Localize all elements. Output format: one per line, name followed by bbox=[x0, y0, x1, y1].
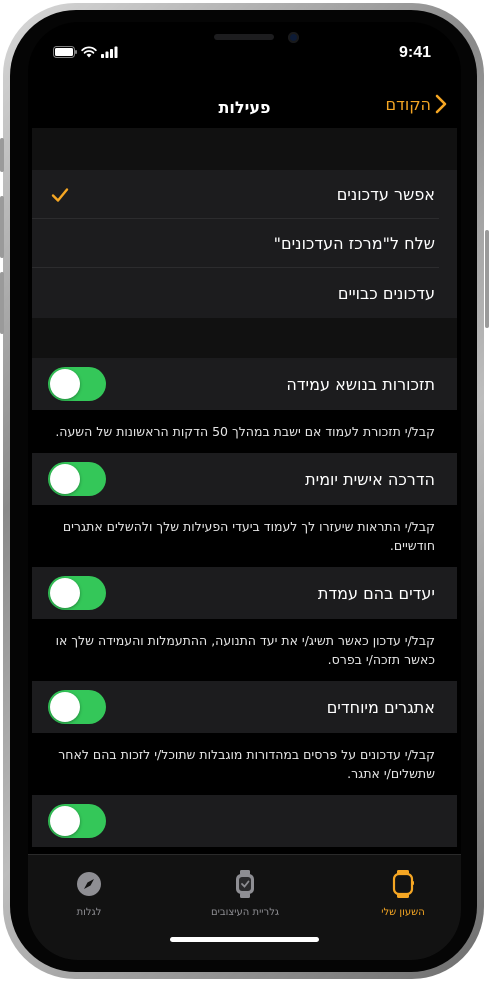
tab-label: גלריית העיצובים bbox=[210, 907, 279, 918]
notch bbox=[136, 22, 354, 56]
setting-description: קבל/י התראות שיעזרו לך לעמוד ביעדי הפעיל… bbox=[32, 505, 457, 567]
watch-face-gallery-icon bbox=[236, 870, 254, 898]
special-challenges-toggle[interactable] bbox=[48, 690, 106, 724]
volume-up-button bbox=[0, 196, 4, 258]
checkmark-icon bbox=[51, 187, 69, 202]
toggle-knob bbox=[50, 464, 80, 494]
setting-daily-coaching: הדרכה אישית יומית bbox=[32, 453, 457, 505]
setting-special-challenges: אתגרים מיוחדים bbox=[32, 681, 457, 733]
phone-screen: 9:41 הקודם פעילות אפשר עדכונים שלח ל"מרכ… bbox=[28, 22, 461, 960]
watch-icon bbox=[392, 870, 414, 898]
option-notifications-off[interactable]: עדכונים כבויים bbox=[32, 268, 457, 318]
toggle-knob bbox=[50, 806, 80, 836]
stand-reminders-toggle[interactable] bbox=[48, 367, 106, 401]
speaker-grille bbox=[214, 34, 274, 40]
setting-title: אתגרים מיוחדים bbox=[326, 697, 435, 717]
setting-description: קבל/י עדכונים על פרסים במהדורות מוגבלות … bbox=[32, 733, 457, 795]
partial-toggle[interactable] bbox=[48, 804, 106, 838]
option-allow-notifications[interactable]: אפשר עדכונים bbox=[32, 170, 457, 219]
volume-down-button bbox=[0, 272, 4, 334]
navigation-bar: הקודם פעילות bbox=[28, 86, 461, 132]
tab-my-watch[interactable]: השעון שלי bbox=[343, 869, 461, 918]
home-indicator[interactable] bbox=[170, 937, 319, 942]
page-title: פעילות bbox=[218, 98, 271, 117]
toggle-knob bbox=[50, 578, 80, 608]
option-label: שלח ל"מרכז העדכונים" bbox=[273, 234, 435, 253]
tab-label: לגלות bbox=[76, 907, 102, 918]
setting-description: קבל/י תזכורת לעמוד אם ישבת במהלך 50 הדקו… bbox=[32, 410, 457, 453]
option-label: עדכונים כבויים bbox=[337, 283, 435, 303]
setting-title: יעדים בהם עמדת bbox=[317, 583, 435, 603]
compass-icon bbox=[77, 872, 101, 896]
side-button bbox=[485, 230, 489, 328]
tab-discover[interactable]: לגלות bbox=[29, 869, 149, 918]
toggle-knob bbox=[50, 692, 80, 722]
status-time: 9:41 bbox=[398, 44, 431, 61]
cellular-signal-icon bbox=[101, 46, 118, 58]
option-label: אפשר עדכונים bbox=[336, 185, 435, 204]
setting-title: הדרכה אישית יומית bbox=[305, 469, 435, 489]
tab-label: השעון שלי bbox=[381, 907, 425, 918]
section-spacer bbox=[32, 128, 457, 170]
setting-title: תזכורות בנושא עמידה bbox=[286, 374, 435, 394]
tab-bar: השעון שלי גלריית העיצובים לגלות bbox=[28, 854, 461, 960]
tab-face-gallery[interactable]: גלריית העיצובים bbox=[185, 869, 305, 918]
setting-description: קבל/י עדכון כאשר תשיג/י את יעד התנועה, ה… bbox=[32, 619, 457, 681]
option-send-to-notification-center[interactable]: שלח ל"מרכז העדכונים" bbox=[32, 219, 457, 268]
section-spacer bbox=[32, 318, 457, 358]
setting-next-partial bbox=[32, 795, 457, 847]
setting-goal-completions: יעדים בהם עמדת bbox=[32, 567, 457, 619]
goal-completions-toggle[interactable] bbox=[48, 576, 106, 610]
daily-coaching-toggle[interactable] bbox=[48, 462, 106, 496]
wifi-icon bbox=[81, 46, 97, 58]
silent-switch bbox=[0, 138, 4, 172]
battery-icon bbox=[53, 46, 77, 58]
settings-list: אפשר עדכונים שלח ל"מרכז העדכונים" עדכוני… bbox=[32, 128, 457, 854]
status-icons bbox=[53, 46, 118, 58]
toggle-knob bbox=[50, 369, 80, 399]
setting-stand-reminders: תזכורות בנושא עמידה bbox=[32, 358, 457, 410]
front-camera bbox=[288, 32, 299, 43]
